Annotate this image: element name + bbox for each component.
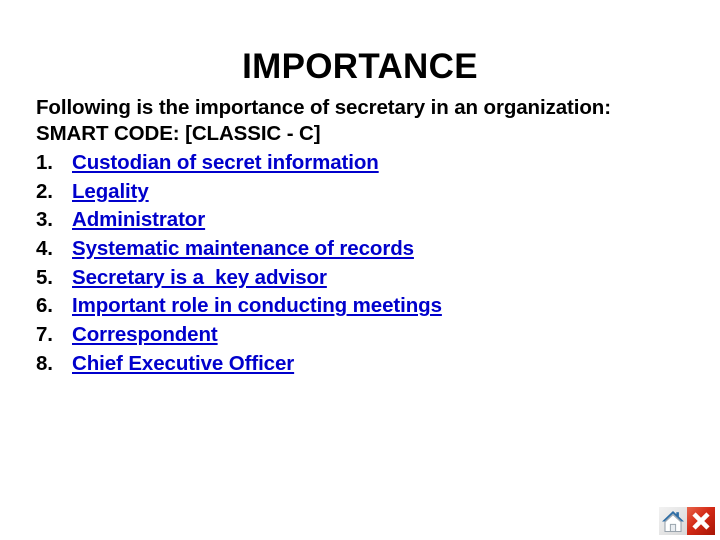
home-icon	[659, 507, 687, 535]
list-item: 1. Custodian of secret information	[36, 149, 696, 178]
list-item-number: 1.	[36, 151, 53, 174]
slide-canvas: IMPORTANCE Following is the importance o…	[0, 0, 720, 540]
list-item: 6. Important role in conducting meetings	[36, 292, 696, 321]
close-button[interactable]	[687, 507, 715, 535]
list-item-number: 6.	[36, 294, 53, 318]
list-item-link[interactable]: Chief Executive Officer	[72, 350, 294, 379]
slide-body: Following is the importance of secretary…	[36, 95, 696, 379]
list-item: 8. Chief Executive Officer	[36, 350, 696, 379]
list-item: 5. Secretary is a key advisor	[36, 264, 696, 293]
list-item-link[interactable]: Correspondent	[72, 321, 218, 350]
intro-line-2: SMART CODE: [CLASSIC - C]	[36, 122, 321, 145]
list-item-link[interactable]: Systematic maintenance of records	[72, 235, 414, 264]
list-item: 3. Administrator	[36, 206, 696, 235]
list-item-link[interactable]: Secretary is a key advisor	[72, 264, 327, 293]
list-item-number: 7.	[36, 323, 53, 347]
list-item-number: 8.	[36, 351, 53, 375]
intro-line-1: Following is the importance of secretary…	[36, 96, 611, 119]
close-x-icon	[687, 507, 715, 535]
list-item-number: 3.	[36, 208, 53, 232]
list-item-link[interactable]: Custodian of secret information	[72, 149, 379, 178]
list-item: 7. Correspondent	[36, 321, 696, 350]
list-item-number: 4.	[36, 237, 53, 261]
home-button[interactable]	[659, 507, 687, 535]
list-item-link[interactable]: Important role in conducting meetings	[72, 292, 442, 321]
page-title: IMPORTANCE	[242, 47, 478, 86]
list-item-link[interactable]: Legality	[72, 178, 149, 207]
list-item-link[interactable]: Administrator	[72, 206, 205, 235]
list-item-number: 5.	[36, 265, 53, 289]
list-item: 4. Systematic maintenance of records	[36, 235, 696, 264]
list-item-number: 2.	[36, 179, 53, 203]
importance-list: 1. Custodian of secret information 2. Le…	[36, 149, 696, 379]
slide-navigation-buttons	[659, 507, 715, 535]
list-item: 2. Legality	[36, 178, 696, 207]
